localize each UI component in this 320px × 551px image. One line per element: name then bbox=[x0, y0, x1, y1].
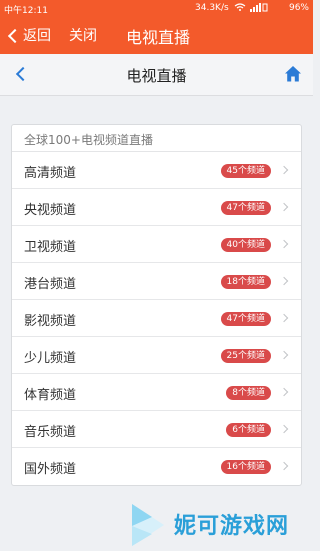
chevron-right-icon bbox=[279, 387, 289, 397]
channel-row[interactable]: 央视频道 47个频道 bbox=[12, 189, 301, 226]
close-button[interactable]: 关闭 bbox=[69, 25, 97, 45]
channel-row[interactable]: 音乐频道 6个频道 bbox=[12, 411, 301, 448]
wifi-signal-icon bbox=[234, 3, 268, 12]
channel-row[interactable]: 高清频道 45个频道 bbox=[12, 152, 301, 189]
chevron-right-icon bbox=[279, 165, 289, 175]
home-icon[interactable] bbox=[284, 65, 302, 83]
status-battery: 96% bbox=[288, 3, 309, 13]
channel-label: 卫视频道 bbox=[24, 240, 77, 255]
channel-count-badge: 47个频道 bbox=[220, 201, 271, 215]
nav-bar: 电视直播 bbox=[0, 54, 313, 96]
channel-row[interactable]: 影视频道 47个频道 bbox=[12, 300, 301, 337]
channel-count-badge: 40个频道 bbox=[220, 238, 271, 252]
status-signal-icons bbox=[234, 2, 268, 15]
channel-count-badge: 45个频道 bbox=[220, 164, 271, 178]
status-network-speed: 34.3K/s bbox=[195, 3, 229, 13]
channel-count-badge: 16个频道 bbox=[220, 460, 271, 474]
channel-card: 全球100+电视频道直播 高清频道 45个频道 央视频道 47个频道 卫视频道 40个频道… bbox=[11, 124, 302, 486]
channel-count-badge: 18个频道 bbox=[220, 275, 271, 289]
page-title: 电视直播 bbox=[126, 67, 187, 85]
channel-count-badge: 8个频道 bbox=[226, 386, 271, 400]
channel-label: 少儿频道 bbox=[24, 351, 77, 366]
channel-count-badge: 47个频道 bbox=[220, 312, 271, 326]
channel-label: 音乐频道 bbox=[24, 425, 77, 440]
status-bar: 中午12:11 34.3K/s 96% bbox=[0, 0, 313, 16]
channel-label: 国外频道 bbox=[24, 462, 77, 477]
status-time: 中午12:11 bbox=[4, 6, 48, 16]
chevron-right-icon bbox=[279, 424, 289, 434]
chevron-right-icon bbox=[279, 202, 289, 212]
chevron-right-icon bbox=[279, 350, 289, 360]
channel-label: 高清频道 bbox=[24, 166, 77, 181]
app-title: 电视直播 bbox=[126, 28, 191, 47]
chevron-right-icon bbox=[279, 313, 289, 323]
channel-row[interactable]: 卫视频道 40个频道 bbox=[12, 226, 301, 263]
chevron-right-icon bbox=[279, 461, 289, 471]
chevron-right-icon bbox=[279, 239, 289, 249]
channel-row[interactable]: 港台频道 18个频道 bbox=[12, 263, 301, 300]
back-chevron-icon bbox=[7, 28, 23, 43]
channel-row[interactable]: 少儿频道 25个频道 bbox=[12, 337, 301, 374]
channel-label: 体育频道 bbox=[24, 388, 77, 403]
chevron-right-icon bbox=[279, 276, 289, 286]
back-button[interactable]: 返回 bbox=[7, 25, 51, 45]
watermark-text: 妮可游戏网 bbox=[174, 514, 290, 539]
channel-label: 港台频道 bbox=[24, 277, 77, 292]
channel-count-badge: 6个频道 bbox=[226, 423, 271, 437]
back-label: 返回 bbox=[23, 28, 51, 44]
watermark-logo-icon bbox=[132, 504, 164, 546]
app-bar: 返回 关闭 电视直播 bbox=[0, 16, 313, 54]
watermark: 妮可游戏网 bbox=[128, 498, 313, 551]
channel-row[interactable]: 国外频道 16个频道 bbox=[12, 448, 301, 485]
channel-label: 央视频道 bbox=[24, 203, 77, 218]
channel-count-badge: 25个频道 bbox=[220, 349, 271, 363]
channel-list: 高清频道 45个频道 央视频道 47个频道 卫视频道 40个频道 港台频道 18个频道 影视频道… bbox=[12, 152, 301, 485]
channel-row[interactable]: 体育频道 8个频道 bbox=[12, 374, 301, 411]
card-header: 全球100+电视频道直播 bbox=[12, 125, 301, 152]
channel-label: 影视频道 bbox=[24, 314, 77, 329]
